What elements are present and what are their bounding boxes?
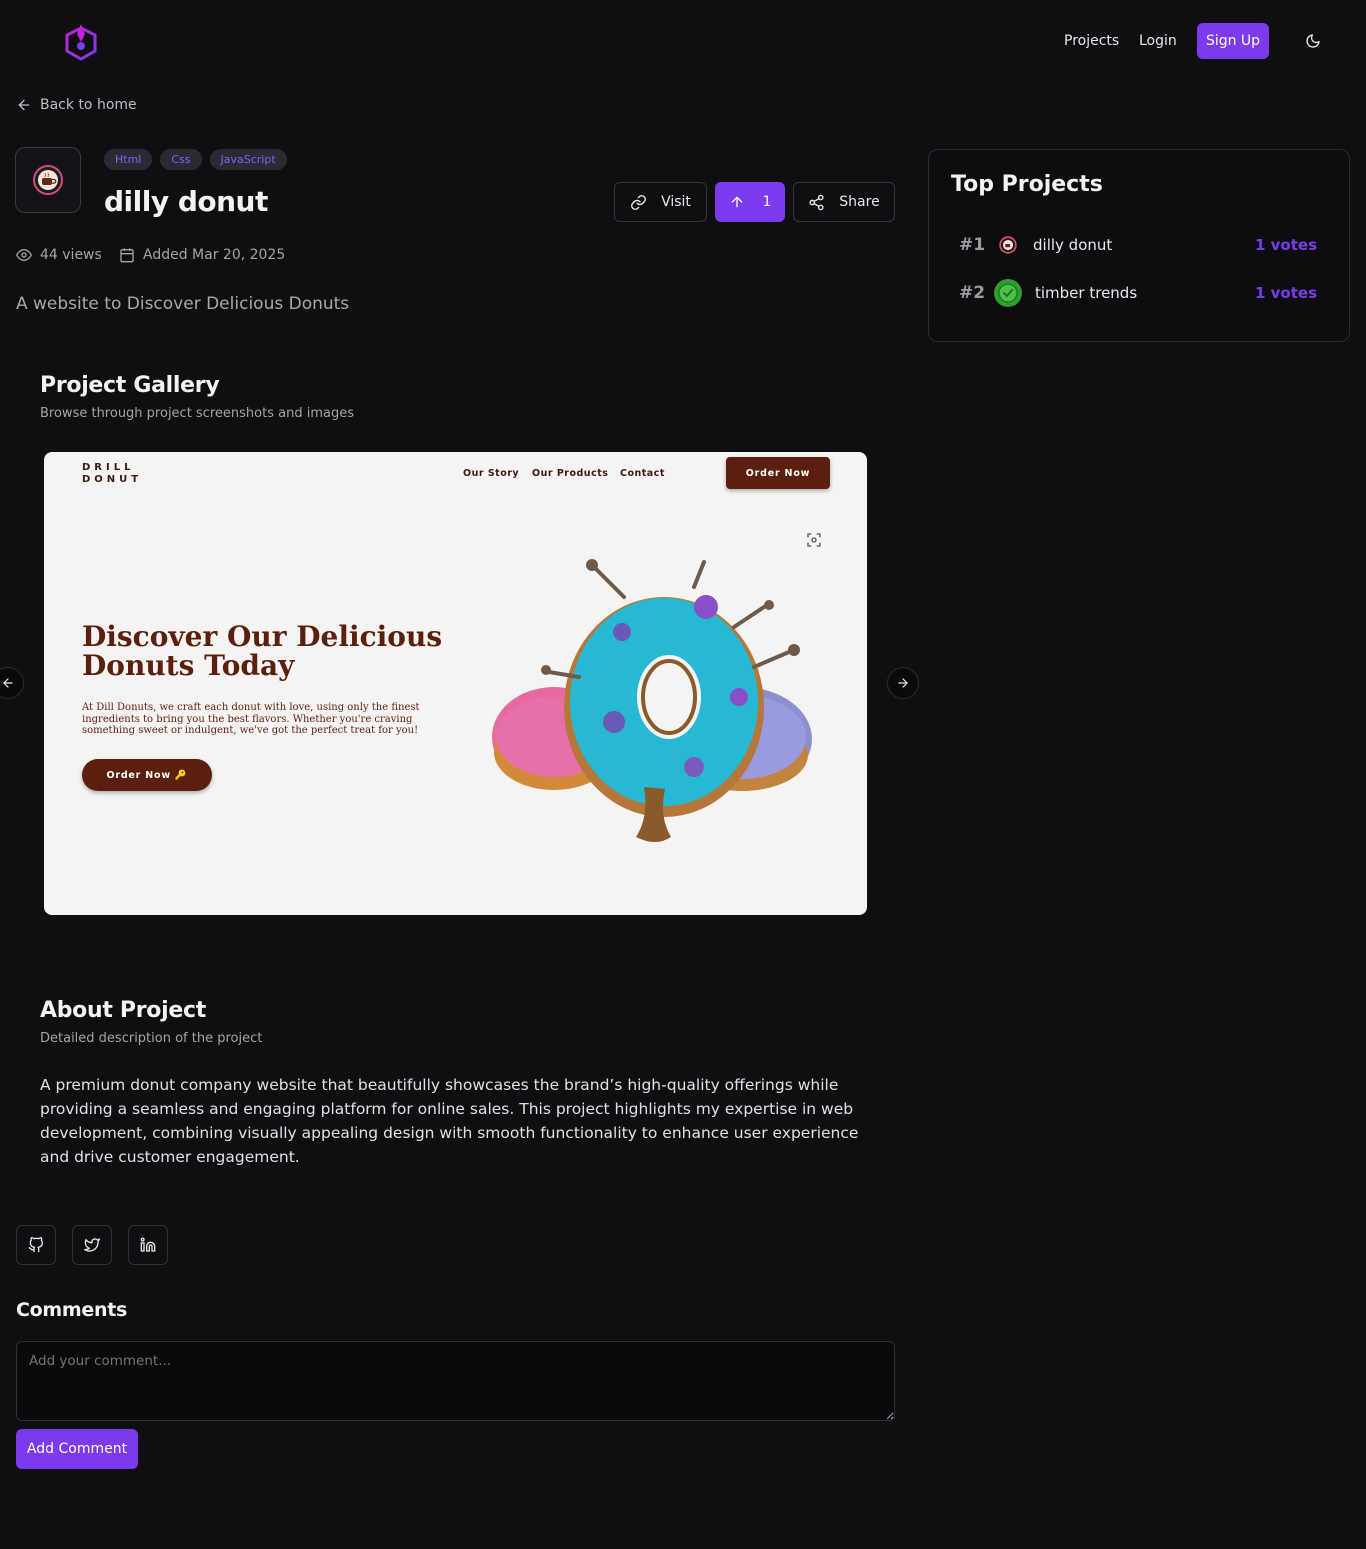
project-description: A website to Discover Delicious Donuts bbox=[16, 294, 350, 314]
scan-icon bbox=[806, 532, 822, 548]
upvote-button[interactable]: 1 bbox=[715, 182, 785, 222]
comments-title: Comments bbox=[16, 1299, 127, 1321]
top-projects-title: Top Projects bbox=[951, 172, 1103, 197]
share-icon bbox=[809, 194, 824, 210]
tech-tags: Html Css JavaScript bbox=[104, 149, 287, 170]
app-logo[interactable] bbox=[64, 22, 98, 62]
screenshot-order-button: Order Now bbox=[726, 457, 830, 489]
top-project-item[interactable]: #2 timber trends 1 votes bbox=[959, 278, 1317, 308]
gallery-prev-button[interactable] bbox=[0, 667, 24, 699]
gallery-subtitle: Browse through project screenshots and i… bbox=[40, 406, 354, 421]
views-count: 44 views bbox=[16, 247, 102, 263]
screenshot-cta-button: Order Now 🔑 bbox=[82, 759, 212, 791]
moon-icon bbox=[1306, 34, 1320, 48]
visit-label: Visit bbox=[661, 194, 691, 210]
arrow-up-icon bbox=[731, 196, 742, 208]
tag-css[interactable]: Css bbox=[160, 149, 202, 170]
twitter-icon bbox=[84, 1238, 100, 1252]
add-comment-button[interactable]: Add Comment bbox=[16, 1429, 138, 1469]
screenshot-brand: DRILL DONUT bbox=[82, 462, 143, 485]
arrow-left-icon bbox=[3, 678, 13, 688]
calendar-icon bbox=[120, 248, 134, 263]
gallery-title: Project Gallery bbox=[40, 373, 220, 398]
signup-button[interactable]: Sign Up bbox=[1197, 23, 1269, 59]
linkedin-button[interactable] bbox=[128, 1225, 168, 1265]
donut-illustration bbox=[492, 559, 812, 842]
coffee-cup-icon bbox=[33, 165, 63, 195]
screenshot-nav-item: Our Products bbox=[532, 468, 609, 479]
check-badge-icon bbox=[993, 278, 1023, 308]
added-label: Added Mar 20, 2025 bbox=[143, 247, 286, 263]
screenshot-heading: Discover Our Delicious Donuts Today bbox=[82, 620, 443, 682]
github-icon bbox=[28, 1237, 43, 1253]
nav-projects-link[interactable]: Projects bbox=[1064, 33, 1119, 49]
back-to-home-link[interactable]: Back to home bbox=[16, 97, 137, 113]
project-name: dilly donut bbox=[1033, 236, 1113, 254]
twitter-button[interactable] bbox=[72, 1225, 112, 1265]
vote-count: 1 bbox=[762, 194, 772, 210]
nav-login-link[interactable]: Login bbox=[1139, 33, 1177, 49]
arrow-right-icon bbox=[898, 678, 908, 688]
visit-button[interactable]: Visit bbox=[614, 182, 707, 222]
gallery-screenshot[interactable]: DRILL DONUT Our Story Our Products Conta… bbox=[44, 452, 867, 915]
project-name: timber trends bbox=[1035, 284, 1138, 302]
views-label: 44 views bbox=[40, 247, 102, 263]
tag-javascript[interactable]: JavaScript bbox=[209, 149, 287, 170]
eye-icon bbox=[16, 248, 32, 262]
vote-count: 1 votes bbox=[1254, 236, 1317, 254]
link-icon bbox=[631, 194, 646, 210]
added-date: Added Mar 20, 2025 bbox=[119, 247, 285, 263]
github-button[interactable] bbox=[16, 1225, 56, 1265]
about-subtitle: Detailed description of the project bbox=[40, 1031, 263, 1046]
about-title: About Project bbox=[40, 998, 206, 1023]
linkedin-icon bbox=[140, 1237, 156, 1252]
vote-count: 1 votes bbox=[1254, 284, 1317, 302]
tag-html[interactable]: Html bbox=[104, 149, 153, 170]
share-label: Share bbox=[839, 194, 880, 210]
arrow-left-icon bbox=[18, 99, 30, 111]
screenshot-nav-item: Contact bbox=[620, 468, 665, 479]
rank-number: #2 bbox=[959, 283, 986, 303]
top-project-item[interactable]: #1 dilly donut 1 votes bbox=[959, 230, 1317, 260]
project-title: dilly donut bbox=[104, 185, 268, 218]
project-logo bbox=[15, 147, 81, 213]
coffee-cup-icon bbox=[995, 232, 1021, 258]
rank-number: #1 bbox=[959, 235, 986, 255]
gallery-next-button[interactable] bbox=[887, 667, 919, 699]
share-button[interactable]: Share bbox=[793, 182, 895, 222]
screenshot-nav-item: Our Story bbox=[463, 468, 520, 479]
theme-toggle-button[interactable] bbox=[1302, 30, 1324, 52]
screenshot-text: At Dill Donuts, we craft each donut with… bbox=[82, 702, 420, 736]
comment-input[interactable] bbox=[16, 1341, 895, 1421]
back-label: Back to home bbox=[40, 97, 137, 113]
about-description: A premium donut company website that bea… bbox=[40, 1076, 859, 1166]
